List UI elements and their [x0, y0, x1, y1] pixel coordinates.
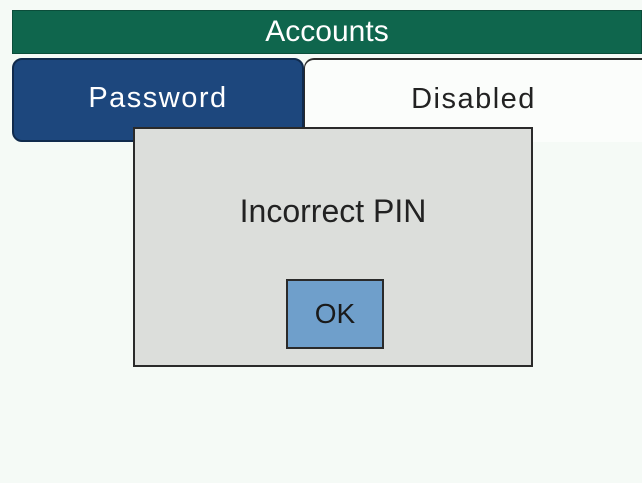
- tab-disabled-label: Disabled: [411, 82, 536, 115]
- dialog-message: Incorrect PIN: [239, 193, 427, 229]
- ok-button-label: OK: [314, 298, 356, 329]
- ok-button[interactable]: OK: [286, 279, 384, 349]
- tab-password-label: Password: [88, 81, 228, 114]
- page-title: Accounts: [265, 15, 389, 48]
- title-bar: Accounts: [12, 10, 642, 54]
- error-dialog: Incorrect PIN OK: [133, 127, 533, 367]
- accounts-screen: Accounts Password Disabled Incorrect PIN…: [0, 0, 642, 483]
